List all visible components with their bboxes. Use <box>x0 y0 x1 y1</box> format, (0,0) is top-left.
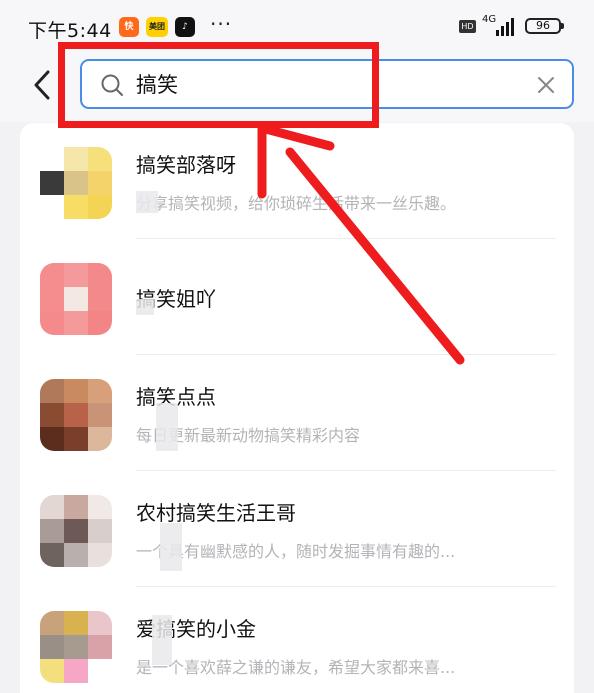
close-icon[interactable] <box>536 75 556 95</box>
status-bar: 下午5:44 快 美团 ♪ ··· HD 4G 96 <box>0 0 594 50</box>
result-item-1[interactable]: 搞笑部落呀 分享搞笑视频，给你琐碎生活带来一丝乐趣。 <box>20 123 574 239</box>
result-description: 每日更新最新动物搞笑精彩内容 <box>136 426 361 445</box>
result-description: 是一个喜欢薛之谦的谦友，希望大家都来喜... <box>136 658 456 677</box>
privacy-mosaic <box>160 523 182 571</box>
search-input[interactable] <box>136 67 516 101</box>
search-box[interactable] <box>80 59 574 109</box>
network-type: 4G <box>482 14 497 25</box>
avatar <box>40 379 112 451</box>
search-header <box>0 50 594 122</box>
privacy-mosaic <box>136 191 158 213</box>
search-results-list: 搞笑部落呀 分享搞笑视频，给你琐碎生活带来一丝乐趣。 搞笑姐吖 搞笑点点 每日更… <box>20 123 574 693</box>
avatar <box>40 611 112 683</box>
result-item-4[interactable]: 农村搞笑生活王哥 一个具有幽默感的人，随时发掘事情有趣的... <box>20 471 574 587</box>
result-item-2[interactable]: 搞笑姐吖 <box>20 239 574 355</box>
result-item-3[interactable]: 搞笑点点 每日更新最新动物搞笑精彩内容 <box>20 355 574 471</box>
privacy-mosaic <box>152 615 172 665</box>
hd-badge: HD <box>459 20 476 33</box>
meituan-app-icon: 美团 <box>146 17 168 37</box>
battery-icon: 96 <box>525 18 564 34</box>
more-notifications-icon: ··· <box>210 12 233 36</box>
kuaishou-app-icon: 快 <box>119 17 139 37</box>
result-title: 搞笑部落呀 <box>136 153 236 177</box>
avatar <box>40 263 112 335</box>
tiktok-app-icon: ♪ <box>175 17 195 37</box>
status-time: 下午5:44 <box>28 20 112 42</box>
avatar <box>40 495 112 567</box>
privacy-mosaic <box>136 299 154 315</box>
privacy-mosaic <box>156 403 178 451</box>
search-icon <box>101 74 123 96</box>
result-item-5[interactable]: 爱搞笑的小金 是一个喜欢薛之谦的谦友，希望大家都来喜... <box>20 587 574 693</box>
avatar <box>40 147 112 219</box>
result-description: 一个具有幽默感的人，随时发掘事情有趣的... <box>136 542 456 561</box>
back-arrow-icon[interactable] <box>28 68 58 102</box>
signal-icon: 4G <box>482 14 518 36</box>
result-title: 农村搞笑生活王哥 <box>136 501 296 525</box>
result-description: 分享搞笑视频，给你琐碎生活带来一丝乐趣。 <box>136 194 457 213</box>
battery-level: 96 <box>536 19 550 32</box>
